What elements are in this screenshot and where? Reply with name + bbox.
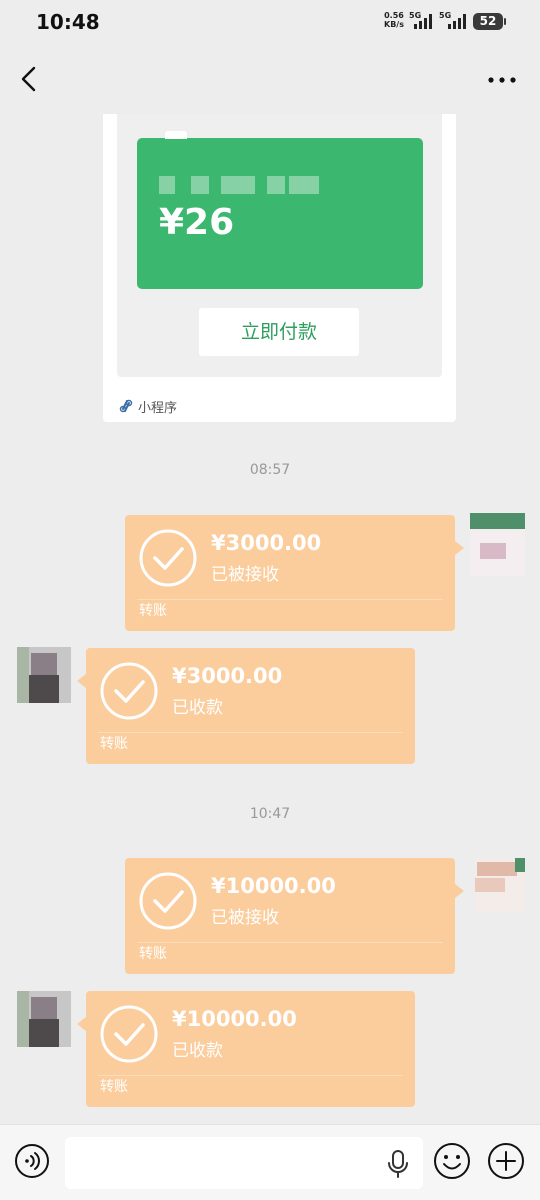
transfer-bubble[interactable]: ¥10000.00 已被接收 转账: [125, 858, 464, 974]
status-bar: 10:48 0.56 KB/s 5G 5G 52: [0, 0, 540, 44]
mic-icon[interactable]: [385, 1149, 411, 1179]
payment-banner: ¥26: [137, 131, 423, 289]
network-speed-value: 0.56: [384, 11, 404, 20]
avatar-contact[interactable]: [17, 991, 71, 1047]
transfer-bubble[interactable]: ¥10000.00 已收款 转账: [77, 991, 415, 1107]
network-speed-unit: KB/s: [384, 20, 404, 29]
transfer-label: 转账: [100, 736, 128, 752]
signal-icon-2: [448, 13, 466, 29]
more-options-icon[interactable]: [484, 70, 520, 90]
avatar-self[interactable]: [470, 513, 525, 576]
check-circle-icon: [100, 1005, 158, 1063]
mini-program-amount: ¥26: [159, 202, 235, 243]
check-circle-icon: [139, 872, 197, 930]
status-time: 10:48: [36, 10, 100, 34]
avatar-contact[interactable]: [17, 647, 71, 703]
avatar-self[interactable]: [475, 858, 525, 912]
transfer-bubble[interactable]: ¥3000.00 已收款 转账: [77, 648, 415, 764]
back-arrow-icon[interactable]: [14, 64, 44, 94]
transfer-bubble[interactable]: ¥3000.00 已被接收 转账: [125, 515, 464, 631]
transfer-status: 已收款: [172, 698, 223, 718]
message-input[interactable]: [65, 1137, 423, 1189]
mini-program-link-icon: [119, 399, 133, 413]
transfer-label: 转账: [139, 603, 167, 619]
mini-program-label: 小程序: [138, 401, 178, 416]
check-circle-icon: [139, 529, 197, 587]
chat-header: [0, 44, 540, 114]
transfer-status: 已被接收: [211, 908, 279, 928]
mini-program-footer: 小程序: [103, 390, 456, 422]
input-bar: [0, 1124, 540, 1200]
battery-icon: 52: [473, 13, 506, 30]
timestamp: 10:47: [249, 806, 291, 822]
transfer-status: 已收款: [172, 1041, 223, 1061]
signal-icon: [414, 13, 432, 29]
voice-icon[interactable]: [14, 1143, 50, 1179]
plus-icon[interactable]: [487, 1142, 525, 1180]
transfer-label: 转账: [100, 1079, 128, 1095]
transfer-amount: ¥10000.00: [172, 1007, 297, 1031]
transfer-status: 已被接收: [211, 565, 279, 585]
transfer-amount: ¥3000.00: [172, 664, 283, 688]
pay-now-button[interactable]: 立即付款: [199, 308, 359, 356]
mini-program-card[interactable]: ¥26 立即付款 小程序: [103, 114, 456, 422]
mini-program-preview: ¥26 立即付款: [117, 114, 442, 377]
transfer-amount: ¥3000.00: [211, 531, 322, 555]
timestamp: 08:57: [249, 462, 291, 478]
transfer-amount: ¥10000.00: [211, 874, 336, 898]
blurred-merchant-name: [159, 176, 339, 194]
transfer-label: 转账: [139, 946, 167, 962]
network-speed: 0.56 KB/s: [384, 11, 404, 29]
emoji-icon[interactable]: [433, 1142, 471, 1180]
check-circle-icon: [100, 662, 158, 720]
